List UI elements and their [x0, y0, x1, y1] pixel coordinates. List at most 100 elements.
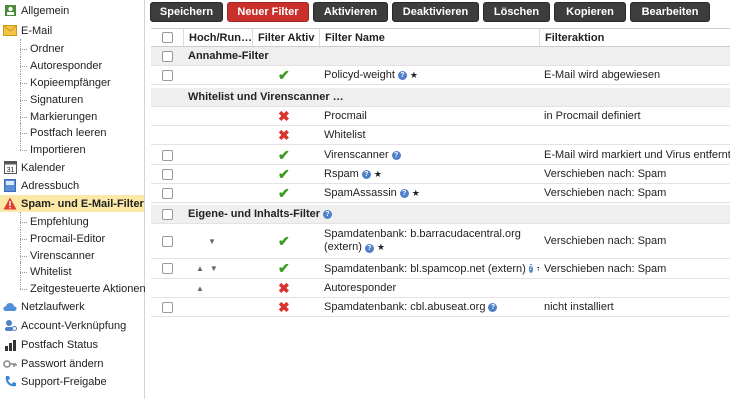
- deactivate-button[interactable]: Deaktivieren: [392, 2, 479, 22]
- sidebar-item-zeitgesteuerte-aktionen[interactable]: Zeitgesteuerte Aktionen: [0, 279, 146, 297]
- row-checkbox[interactable]: [161, 168, 173, 180]
- star-icon: ★: [373, 168, 382, 179]
- star-icon: ★: [409, 69, 418, 80]
- warning-icon: [3, 197, 17, 211]
- save-button[interactable]: Speichern: [150, 2, 223, 22]
- help-icon[interactable]: ?: [397, 70, 407, 80]
- table-row[interactable]: ✔ SpamAssassin? ★ Verschieben nach: Spam: [151, 184, 730, 203]
- row-checkbox[interactable]: [161, 263, 173, 274]
- bar-chart-icon: [3, 338, 17, 352]
- cross-icon: ✖: [278, 279, 290, 296]
- sidebar-item-markierungen[interactable]: Markierungen: [0, 107, 144, 125]
- sidebar-item-autoresponder[interactable]: Autoresponder: [0, 56, 144, 74]
- filter-name: Procmail: [324, 110, 367, 122]
- group-checkbox[interactable]: [161, 208, 173, 220]
- cross-icon: ✖: [278, 298, 290, 315]
- sidebar-item-ordner[interactable]: Ordner: [0, 39, 144, 57]
- sidebar: Allgemein E-Mail Ordner Autoresponder Ko…: [0, 0, 146, 399]
- help-icon[interactable]: ?: [364, 244, 374, 253]
- activate-button[interactable]: Aktivieren: [313, 2, 388, 22]
- column-header-active[interactable]: Filter Aktiv: [252, 29, 319, 46]
- filter-name: Policyd-weight: [324, 69, 395, 81]
- delete-button[interactable]: Löschen: [483, 2, 550, 22]
- table-row[interactable]: ✔ Policyd-weight? ★ E-Mail wird abgewiese…: [151, 66, 730, 85]
- table-row[interactable]: ✔ Virenscanner? E-Mail wird markiert und…: [151, 146, 730, 165]
- table-row[interactable]: ▼ ✔ Spamdatenbank: b.barracudacentral.or…: [151, 224, 730, 259]
- move-up-icon[interactable]: ▲: [196, 264, 204, 273]
- sidebar-item-label: Passwort ändern: [21, 357, 104, 370]
- row-checkbox[interactable]: [161, 187, 173, 199]
- help-icon[interactable]: ?: [361, 169, 371, 179]
- filter-action: Verschieben nach: Spam: [544, 168, 667, 180]
- filter-name: Autoresponder: [324, 282, 397, 294]
- group-checkbox[interactable]: [161, 50, 173, 62]
- svg-text:31: 31: [6, 167, 14, 174]
- group-row: Whitelist und Virenscanner …: [151, 88, 730, 107]
- sidebar-item-importieren[interactable]: Importieren: [0, 140, 144, 158]
- check-icon: ✔: [278, 232, 290, 249]
- table-row[interactable]: ✖ Whitelist: [151, 126, 730, 145]
- sidebar-item-label: Importieren: [30, 143, 86, 156]
- copy-button[interactable]: Kopieren: [554, 2, 626, 22]
- sidebar-item-email[interactable]: E-Mail: [0, 22, 144, 39]
- sidebar-item-postfach-status[interactable]: Postfach Status: [0, 336, 144, 353]
- table-row[interactable]: ✔ Rspam? ★ Verschieben nach: Spam: [151, 165, 730, 184]
- filter-action: [539, 126, 730, 144]
- sidebar-item-spam-filter[interactable]: Spam- und E-Mail-Filter: [0, 195, 144, 212]
- select-all-checkbox[interactable]: [161, 32, 173, 43]
- sidebar-item-procmail-editor[interactable]: Procmail-Editor: [0, 229, 144, 247]
- help-icon[interactable]: ?: [488, 302, 498, 312]
- sidebar-item-adressbuch[interactable]: Adressbuch: [0, 177, 144, 194]
- sidebar-item-label: Postfach leeren: [30, 126, 107, 139]
- sidebar-item-kalender[interactable]: 31 Kalender: [0, 159, 144, 176]
- cross-icon: ✖: [278, 107, 290, 124]
- new-filter-button[interactable]: Neuer Filter: [227, 2, 309, 22]
- sidebar-item-postfach-leeren[interactable]: Postfach leeren: [0, 123, 144, 141]
- check-icon: ✔: [278, 146, 290, 163]
- key-icon: [3, 357, 17, 371]
- sidebar-item-account-verknuepfung[interactable]: Account-Verknüpfung: [0, 317, 144, 334]
- sidebar-item-virenscanner[interactable]: Virenscanner: [0, 246, 144, 264]
- row-checkbox[interactable]: [161, 149, 173, 161]
- sidebar-item-label: Zeitgesteuerte Aktionen: [30, 282, 146, 295]
- move-down-icon[interactable]: ▼: [208, 237, 216, 246]
- filter-name: Rspam: [324, 168, 359, 180]
- sidebar-item-kopieempfaenger[interactable]: Kopieempfänger: [0, 73, 144, 91]
- table-row[interactable]: ✖ Procmail in Procmail definiert: [151, 107, 730, 126]
- sidebar-item-whitelist[interactable]: Whitelist: [0, 262, 144, 280]
- column-header-name[interactable]: Filter Name: [319, 29, 539, 46]
- filter-action: in Procmail definiert: [544, 110, 641, 122]
- sidebar-item-allgemein[interactable]: Allgemein: [0, 2, 144, 19]
- sidebar-item-support-freigabe[interactable]: Support-Freigabe: [0, 373, 144, 390]
- person-link-icon: [3, 319, 17, 333]
- table-header: Hoch/Run… Filter Aktiv Filter Name Filte…: [151, 28, 730, 47]
- move-up-icon[interactable]: ▲: [196, 284, 204, 293]
- column-header-move[interactable]: Hoch/Run…: [183, 29, 252, 46]
- sidebar-item-netzlaufwerk[interactable]: Netzlaufwerk: [0, 298, 144, 315]
- row-checkbox[interactable]: [161, 301, 173, 313]
- help-icon[interactable]: ?: [391, 150, 401, 160]
- cloud-icon: [3, 300, 17, 314]
- row-checkbox[interactable]: [161, 69, 173, 81]
- sidebar-item-passwort-aendern[interactable]: Passwort ändern: [0, 355, 144, 372]
- sidebar-item-label: Account-Verknüpfung: [21, 319, 127, 332]
- table-row[interactable]: ▲ ▼ ✔ Spamdatenbank: bl.spamcop.net (exte…: [151, 259, 730, 279]
- table-row[interactable]: ✖ Spamdatenbank: cbl.abuseat.org? nicht …: [151, 298, 730, 317]
- help-icon[interactable]: ?: [528, 264, 534, 273]
- column-header-action[interactable]: Filteraktion: [539, 29, 730, 46]
- move-down-icon[interactable]: ▼: [210, 264, 218, 273]
- table-row[interactable]: ▲ ✖ Autoresponder: [151, 279, 730, 298]
- check-icon: ✔: [278, 260, 290, 276]
- sidebar-item-label: Postfach Status: [21, 338, 99, 351]
- sidebar-item-label: Whitelist: [30, 265, 72, 278]
- sidebar-item-empfehlung[interactable]: Empfehlung: [0, 212, 144, 230]
- sidebar-item-signaturen[interactable]: Signaturen: [0, 90, 144, 108]
- help-icon[interactable]: ?: [399, 188, 409, 198]
- edit-button[interactable]: Bearbeiten: [630, 2, 710, 22]
- row-checkbox[interactable]: [161, 235, 173, 247]
- sidebar-item-label: Markierungen: [30, 110, 98, 123]
- cross-icon: ✖: [278, 126, 290, 143]
- sidebar-item-label: Virenscanner: [30, 249, 95, 262]
- help-icon[interactable]: ?: [323, 209, 333, 219]
- filter-action: [539, 279, 730, 297]
